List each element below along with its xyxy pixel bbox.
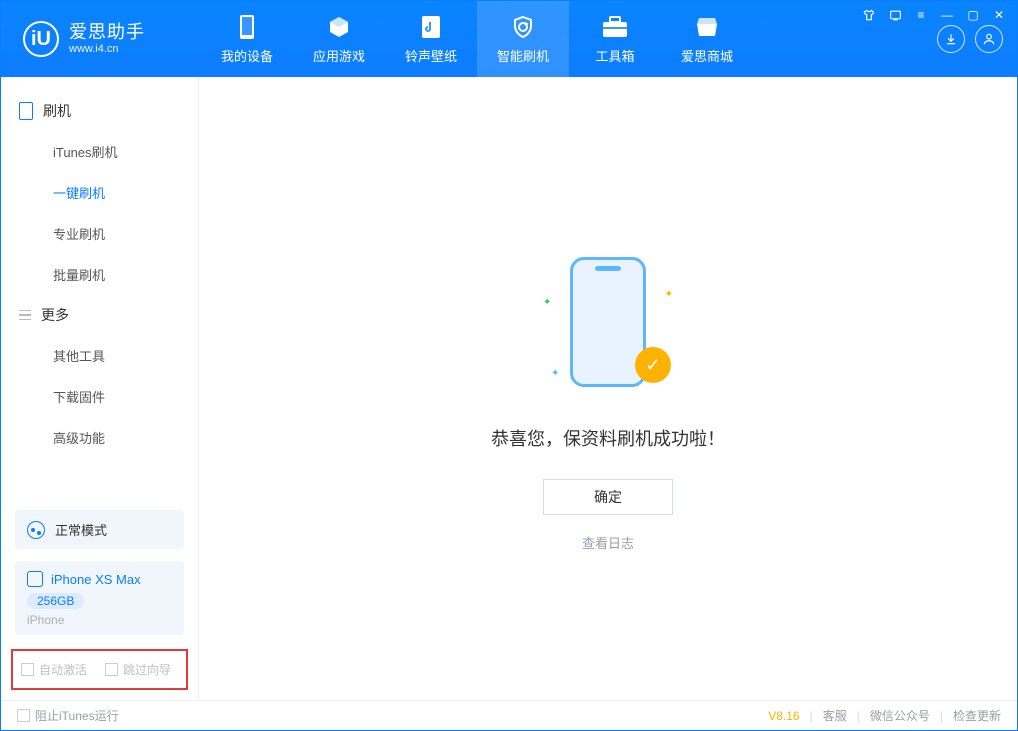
tab-ringtone-wallpaper[interactable]: 铃声壁纸 [385, 1, 477, 77]
tab-label: 我的设备 [221, 46, 273, 65]
sidebar-item-batch-flash[interactable]: 批量刷机 [1, 254, 198, 295]
toolbox-icon [602, 14, 628, 40]
maximize-icon[interactable]: ▢ [965, 7, 981, 23]
app-window: ≡ — ▢ ✕ iU 爱思助手 www.i4.cn 我的设备 应用游戏 铃声壁纸 [0, 0, 1018, 731]
feedback-icon[interactable] [887, 7, 903, 23]
device-capacity: 256GB [27, 593, 84, 609]
confirm-button[interactable]: 确定 [543, 479, 673, 515]
phone-outline-icon [19, 102, 33, 120]
main-content: ✦ ✦ ✦ ✓ 恭喜您，保资料刷机成功啦！ 确定 查看日志 [199, 77, 1017, 700]
support-link[interactable]: 客服 [823, 707, 847, 724]
status-label: 正常模式 [55, 520, 107, 539]
tab-store[interactable]: 爱思商城 [661, 1, 753, 77]
sidebar-item-advanced[interactable]: 高级功能 [1, 417, 198, 458]
success-illustration: ✦ ✦ ✦ ✓ [543, 257, 673, 397]
status-box[interactable]: 正常模式 [15, 510, 184, 549]
wechat-link[interactable]: 微信公众号 [870, 707, 930, 724]
music-file-icon [418, 14, 444, 40]
group-label: 刷机 [43, 101, 71, 121]
logo: iU 爱思助手 www.i4.cn [1, 21, 201, 57]
download-button[interactable] [937, 25, 965, 53]
tab-smart-flash[interactable]: 智能刷机 [477, 1, 569, 77]
tab-label: 智能刷机 [497, 46, 549, 65]
tab-label: 铃声壁纸 [405, 46, 457, 65]
check-update-link[interactable]: 检查更新 [953, 707, 1001, 724]
sidebar-item-pro-flash[interactable]: 专业刷机 [1, 213, 198, 254]
app-url: www.i4.cn [69, 43, 145, 55]
tab-label: 应用游戏 [313, 46, 365, 65]
cube-icon [326, 14, 352, 40]
tshirt-icon[interactable] [861, 7, 877, 23]
window-controls: ≡ — ▢ ✕ [861, 7, 1007, 23]
device-type: iPhone [27, 613, 172, 627]
checkmark-badge-icon: ✓ [635, 347, 671, 383]
sidebar-item-download-firmware[interactable]: 下载固件 [1, 376, 198, 417]
app-name: 爱思助手 [69, 23, 145, 43]
main-tabs: 我的设备 应用游戏 铃声壁纸 智能刷机 工具箱 爱思商城 [201, 1, 753, 77]
sidebar: 刷机 iTunes刷机 一键刷机 专业刷机 批量刷机 更多 其他工具 下载固件 … [1, 77, 199, 700]
tab-label: 工具箱 [595, 46, 634, 65]
tab-toolbox[interactable]: 工具箱 [569, 1, 661, 77]
tab-label: 爱思商城 [681, 46, 733, 65]
sidebar-item-itunes-flash[interactable]: iTunes刷机 [1, 131, 198, 172]
version-label: V8.16 [768, 709, 799, 723]
store-icon [694, 14, 720, 40]
body: 刷机 iTunes刷机 一键刷机 专业刷机 批量刷机 更多 其他工具 下载固件 … [1, 77, 1017, 700]
user-button[interactable] [975, 25, 1003, 53]
footer: 阻止iTunes运行 V8.16 | 客服 | 微信公众号 | 检查更新 [1, 700, 1017, 730]
group-label: 更多 [41, 305, 69, 325]
hamburger-icon [19, 310, 31, 321]
tab-apps-games[interactable]: 应用游戏 [293, 1, 385, 77]
phone-icon [234, 14, 260, 40]
close-icon[interactable]: ✕ [991, 7, 1007, 23]
device-box[interactable]: iPhone XS Max 256GB iPhone [15, 561, 184, 635]
header-right [937, 25, 1017, 53]
checkbox-block-itunes[interactable]: 阻止iTunes运行 [17, 707, 119, 724]
view-log-link[interactable]: 查看日志 [582, 533, 634, 552]
status-icon [27, 521, 45, 539]
logo-icon: iU [23, 21, 59, 57]
sidebar-item-oneclick-flash[interactable]: 一键刷机 [1, 172, 198, 213]
shield-refresh-icon [510, 14, 536, 40]
checkbox-skip-guide[interactable]: 跳过向导 [105, 661, 171, 678]
checkbox-auto-activate[interactable]: 自动激活 [21, 661, 87, 678]
sidebar-item-other-tools[interactable]: 其他工具 [1, 335, 198, 376]
sidebar-group-flash: 刷机 [1, 91, 198, 131]
success-message: 恭喜您，保资料刷机成功啦！ [491, 425, 725, 451]
menu-icon[interactable]: ≡ [913, 7, 929, 23]
minimize-icon[interactable]: — [939, 7, 955, 23]
sidebar-group-more: 更多 [1, 295, 198, 335]
device-phone-icon [27, 571, 43, 587]
tab-my-device[interactable]: 我的设备 [201, 1, 293, 77]
checkbox-row-highlight: 自动激活 跳过向导 [11, 649, 188, 690]
device-name: iPhone XS Max [51, 572, 141, 587]
